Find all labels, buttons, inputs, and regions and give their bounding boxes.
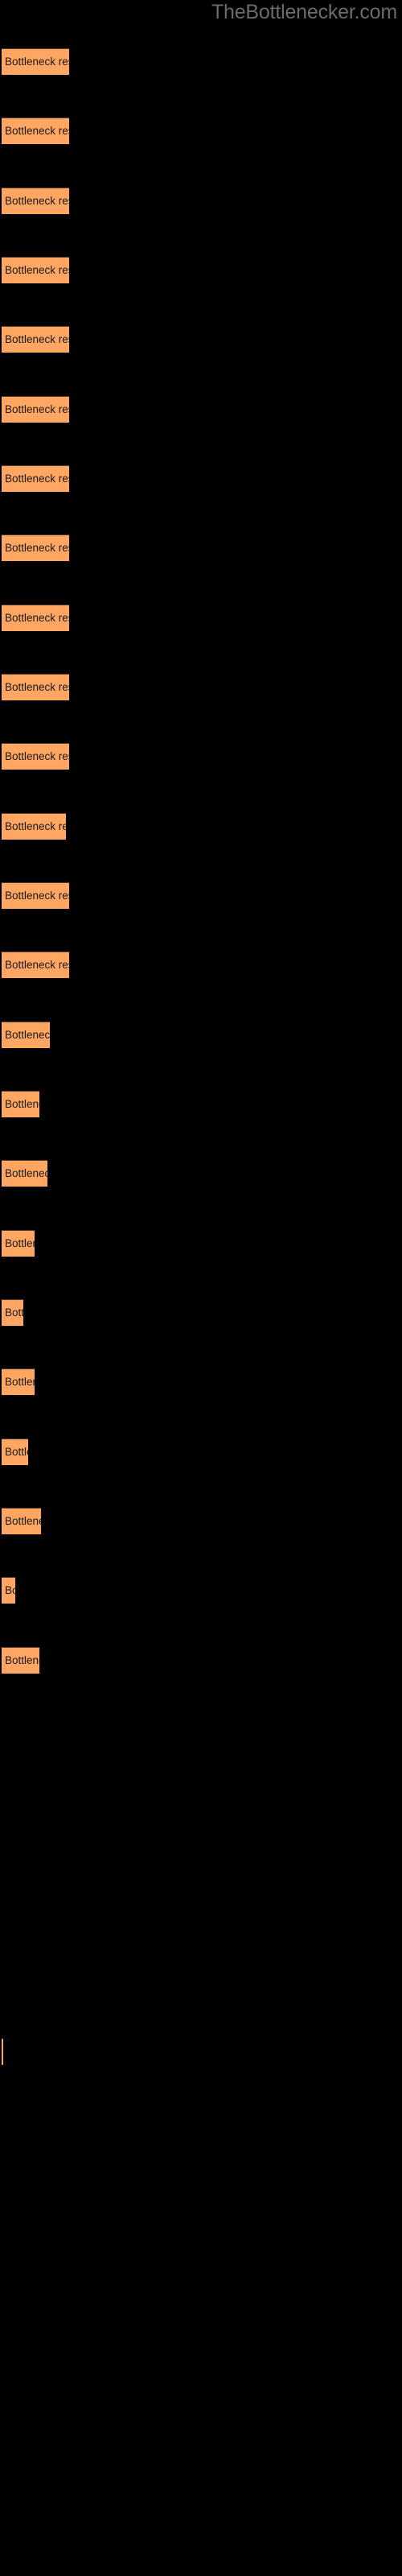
bar-label: Bottleneck result	[5, 1446, 28, 1458]
bar-label: Bottleneck result	[5, 1376, 35, 1388]
bar-label: Bottleneck result	[5, 56, 69, 68]
bar[interactable]: Bottleneck result	[2, 1022, 50, 1048]
bar[interactable]: Bottleneck result	[2, 1577, 15, 1604]
bar[interactable]: Bottleneck result	[2, 605, 69, 631]
bar[interactable]: Bottleneck result	[2, 48, 69, 75]
bar-label: Bottleneck result	[5, 1098, 39, 1110]
bar[interactable]: Bottleneck result	[2, 188, 69, 214]
bar-label: Bottleneck result	[5, 542, 69, 554]
bar[interactable]: Bottleneck result	[2, 257, 69, 283]
bar-label: Bottleneck result	[5, 890, 69, 902]
bar-label: Bottleneck result	[5, 1654, 39, 1666]
bar[interactable]: Bottleneck result	[2, 535, 69, 561]
bar[interactable]: Bottleneck result	[2, 118, 69, 144]
bar-label: Bottleneck result	[5, 1237, 35, 1249]
bar-label: Bottleneck result	[5, 750, 69, 762]
bar-label: Bottleneck result	[5, 1029, 50, 1041]
bar[interactable]: Bottleneck result	[2, 465, 69, 492]
bar[interactable]: Bottleneck result	[2, 813, 66, 840]
bar-label: Bottleneck result	[5, 473, 69, 485]
bar-label: Bottleneck result	[5, 959, 69, 971]
bar[interactable]: Bottleneck result	[2, 326, 69, 353]
bar[interactable]: Bottleneck result	[2, 1508, 41, 1534]
bar-label: Bottleneck result	[5, 195, 69, 207]
bar-label: Bottleneck result	[5, 1167, 47, 1179]
bar-label: Bottleneck result	[5, 1584, 15, 1596]
bar[interactable]: Bottleneck result	[2, 2038, 3, 2065]
bar-label: Bottleneck result	[5, 681, 69, 693]
bar[interactable]: Bottleneck result	[2, 743, 69, 770]
bar-label: Bottleneck result	[5, 333, 69, 345]
bar-label: Bottleneck result	[5, 820, 66, 832]
bar[interactable]: Bottleneck result	[2, 1160, 47, 1187]
bar-label: Bottleneck result	[5, 1515, 41, 1527]
site-title: TheBottlenecker.com	[211, 1, 397, 23]
bar-label: Bottleneck result	[5, 1307, 23, 1319]
bar[interactable]: Bottleneck result	[2, 952, 69, 978]
bar[interactable]: Bottleneck result	[2, 1439, 28, 1465]
bar[interactable]: Bottleneck result	[2, 1230, 35, 1257]
bar[interactable]: Bottleneck result	[2, 1368, 35, 1395]
bottleneck-chart: TheBottlenecker.com Bottleneck result Bot…	[0, 0, 402, 2576]
bar-label: Bottleneck result	[5, 403, 69, 415]
bar[interactable]: Bottleneck result	[2, 396, 69, 423]
bar[interactable]: Bottleneck result	[2, 882, 69, 909]
bar[interactable]: Bottleneck result	[2, 674, 69, 700]
bar[interactable]: Bottleneck result	[2, 1647, 39, 1674]
bar[interactable]: Bottleneck result	[2, 1299, 23, 1326]
bar-label: Bottleneck result	[5, 125, 69, 137]
bar-label: Bottleneck result	[5, 264, 69, 276]
bar-label: Bottleneck result	[5, 612, 69, 624]
bar[interactable]: Bottleneck result	[2, 1091, 39, 1117]
